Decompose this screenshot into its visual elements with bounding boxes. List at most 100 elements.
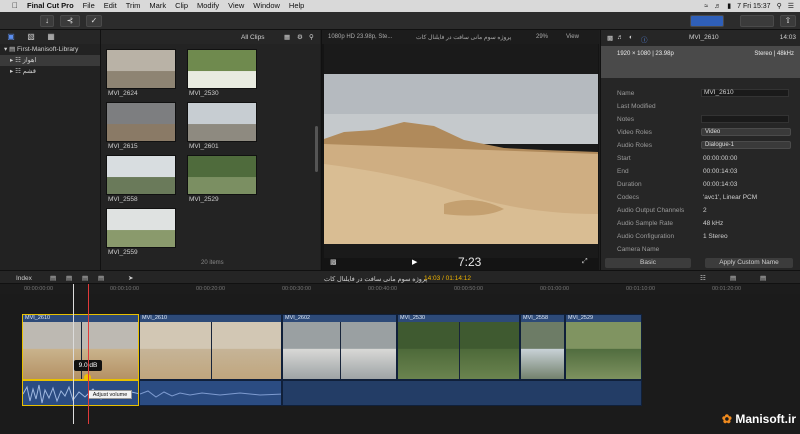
inspector-row-label: End bbox=[617, 168, 629, 175]
browser-clip-thumbnail[interactable] bbox=[106, 208, 176, 248]
playhead[interactable] bbox=[73, 284, 74, 424]
overwrite-clip-icon[interactable]: ▤ bbox=[98, 274, 104, 282]
filmstrip-icon[interactable]: ▦ bbox=[284, 33, 290, 41]
inspector-value: 00:00:14:03 bbox=[703, 181, 738, 188]
menu-modify[interactable]: Modify bbox=[197, 0, 219, 12]
timeline-clip-label: MVI_2530 bbox=[400, 315, 426, 321]
connect-clip-icon[interactable]: ▤ bbox=[50, 274, 56, 282]
viewer-controls: ▩ ▶ 7:23 ⤢ bbox=[322, 255, 600, 270]
browser-clip-thumbnail[interactable] bbox=[106, 102, 176, 142]
apply-custom-name-button[interactable]: Apply Custom Name bbox=[705, 258, 793, 268]
notification-icon[interactable]: ☰ bbox=[788, 2, 794, 10]
zoom-dropdown[interactable]: 29% bbox=[536, 34, 548, 40]
inspector-dropdown[interactable]: Video bbox=[701, 128, 791, 136]
timeline-video-clip[interactable]: MVI_2529 bbox=[565, 314, 642, 380]
clip-filmstrip-frame bbox=[340, 322, 396, 379]
menu-edit[interactable]: Edit bbox=[104, 0, 117, 12]
apple-menu-icon[interactable]:  bbox=[12, 0, 18, 12]
timeline-options-icon[interactable]: ☷ bbox=[700, 274, 706, 282]
clip-filter-dropdown[interactable]: All Clips bbox=[241, 34, 264, 41]
inspector-text-field[interactable] bbox=[701, 115, 789, 123]
timeline-video-clip[interactable]: MVI_2610 bbox=[139, 314, 282, 380]
event-label: قشم bbox=[22, 68, 36, 75]
clip-filmstrip-frame bbox=[398, 322, 460, 379]
skimming-icon[interactable]: ▤ bbox=[760, 274, 766, 282]
titles-icon[interactable]: ▦ bbox=[46, 32, 56, 42]
event-label: اهواز bbox=[22, 57, 37, 64]
ruler-tick-label: 00:01:00:00 bbox=[540, 286, 570, 292]
browser-clip-thumbnail[interactable] bbox=[106, 155, 176, 195]
audio-inspector-icon[interactable]: ♬ bbox=[617, 34, 624, 41]
background-tasks-button[interactable]: ✓ bbox=[86, 15, 102, 27]
menu-clip[interactable]: Clip bbox=[175, 0, 188, 12]
fullscreen-icon[interactable]: ⤢ bbox=[582, 258, 588, 266]
browser-clip-thumbnail[interactable] bbox=[106, 49, 176, 89]
libraries-icon[interactable]: ▣ bbox=[6, 32, 16, 42]
view-options-icon[interactable]: ▩ bbox=[330, 258, 337, 266]
skimmer-line[interactable] bbox=[88, 284, 89, 424]
battery-icon[interactable]: ▮ bbox=[727, 2, 731, 10]
inspector-value: 00:00:14:03 bbox=[703, 168, 738, 175]
snapping-icon[interactable]: ▤ bbox=[730, 274, 736, 282]
settings-icon[interactable]: ⚙ bbox=[297, 33, 303, 41]
desert-scene bbox=[324, 74, 598, 244]
timeline-clip-label: MVI_2602 bbox=[285, 315, 311, 321]
menu-help[interactable]: Help bbox=[289, 0, 304, 12]
inspector-row-label: Audio Configuration bbox=[617, 233, 675, 240]
menu-mark[interactable]: Mark bbox=[149, 0, 166, 12]
menu-trim[interactable]: Trim bbox=[126, 0, 141, 12]
search-icon[interactable]: ⚲ bbox=[777, 2, 782, 10]
timeline-video-clip[interactable]: MVI_2558 bbox=[520, 314, 565, 380]
menu-window[interactable]: Window bbox=[253, 0, 280, 12]
manisoft-watermark: ✿ Manisoft.ir bbox=[721, 412, 796, 426]
video-inspector-icon[interactable]: ▩ bbox=[607, 34, 613, 42]
event-item-ahvaz[interactable]: ▸ ☷ اهواز bbox=[0, 55, 100, 66]
inspector-toggle-button[interactable] bbox=[740, 15, 774, 27]
inspector-dropdown[interactable]: Dialogue-1 bbox=[701, 141, 791, 149]
import-button[interactable]: ↓ bbox=[40, 15, 54, 27]
append-clip-icon[interactable]: ▤ bbox=[82, 274, 88, 282]
volume-icon[interactable]: ♬ bbox=[714, 3, 721, 10]
menu-view[interactable]: View bbox=[228, 0, 244, 12]
app-menu[interactable]: Final Cut Pro bbox=[27, 0, 74, 12]
audio-format-label: Stereo | 48kHz bbox=[754, 51, 794, 57]
keyword-button[interactable]: ⊰ bbox=[60, 15, 80, 27]
info-inspector-icon[interactable]: ⓘ bbox=[641, 34, 648, 44]
metadata-view-dropdown[interactable]: Basic bbox=[605, 258, 691, 268]
browser-clip-thumbnail[interactable] bbox=[187, 102, 257, 142]
select-tool-icon[interactable]: ➤ bbox=[128, 274, 133, 282]
clip-name-label: MVI_2530 bbox=[189, 90, 219, 97]
photos-icon[interactable]: ▧ bbox=[26, 32, 36, 42]
search-icon[interactable]: ⚲ bbox=[309, 33, 314, 41]
browser-scrollbar[interactable] bbox=[315, 126, 318, 172]
layout-toggle-button[interactable] bbox=[690, 15, 724, 27]
event-item-qeshm[interactable]: ▸ ☷ قشم bbox=[0, 66, 100, 77]
clip-filmstrip-frame bbox=[521, 322, 564, 379]
view-dropdown[interactable]: View bbox=[566, 34, 579, 40]
share-button[interactable]: ⇧ bbox=[780, 15, 796, 27]
timeline-clip-label: MVI_2610 bbox=[142, 315, 168, 321]
timeline-index-button[interactable]: Index bbox=[16, 275, 32, 282]
timeline-video-clip[interactable]: MVI_2530 bbox=[397, 314, 520, 380]
timeline-ruler[interactable]: 00:00:00:00 00:00:10:00 00:00:20:00 00:00:3… bbox=[0, 284, 800, 294]
ruler-tick-label: 00:00:30:00 bbox=[282, 286, 312, 292]
browser-clip-thumbnail[interactable] bbox=[187, 49, 257, 89]
audio-clip[interactable] bbox=[139, 380, 282, 406]
menu-file[interactable]: File bbox=[83, 0, 95, 12]
libraries-sidebar: ▣ ▧ ▦ ▾ ▤ First-Manisoft-Library ▸ ☷ اهو… bbox=[0, 30, 100, 270]
inspector-row-label: Camera Name bbox=[617, 246, 660, 253]
timeline-video-clip[interactable]: MVI_2602 bbox=[282, 314, 397, 380]
clip-filmstrip-frame bbox=[211, 322, 281, 379]
color-inspector-icon[interactable]: ◐ bbox=[629, 34, 633, 41]
library-name: First-Manisoft-Library bbox=[17, 46, 79, 53]
insert-clip-icon[interactable]: ▤ bbox=[66, 274, 72, 282]
play-icon[interactable]: ▶ bbox=[412, 258, 417, 266]
browser-clip-thumbnail[interactable] bbox=[187, 155, 257, 195]
wifi-icon[interactable]: ≈ bbox=[704, 3, 708, 10]
library-root[interactable]: ▾ ▤ First-Manisoft-Library bbox=[0, 44, 100, 55]
menu-clock[interactable]: 7 Fri 15:37 bbox=[737, 3, 770, 10]
audio-track-empty[interactable] bbox=[282, 380, 642, 406]
inspector-text-field[interactable]: MVI_2610 bbox=[701, 89, 789, 97]
clip-browser: All Clips ▦ ⚙ ⚲ MVI_2624 MVI_2530 MVI_2615… bbox=[100, 30, 320, 270]
watermark-text: Manisoft.ir bbox=[735, 412, 796, 426]
